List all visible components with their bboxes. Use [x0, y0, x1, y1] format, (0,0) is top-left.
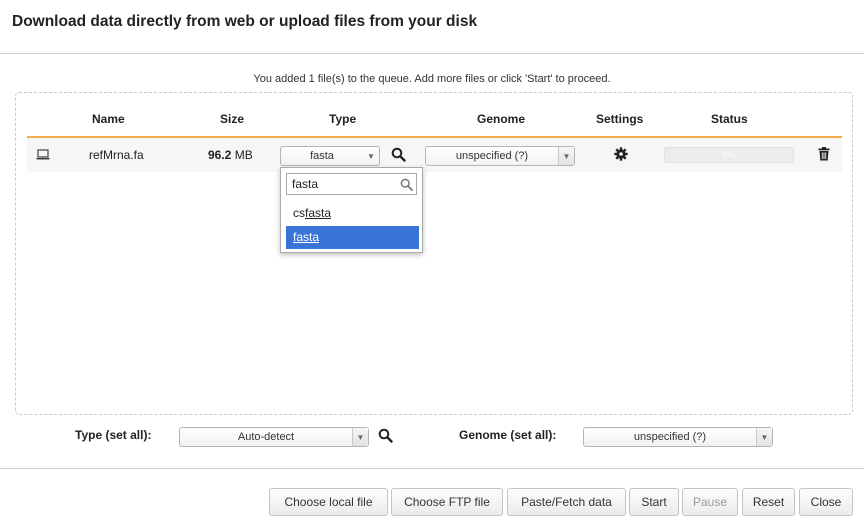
- type-select[interactable]: fasta ▼: [280, 146, 380, 166]
- search-icon: [400, 178, 413, 191]
- option-match: fasta: [293, 230, 320, 244]
- header-settings: Settings: [596, 112, 644, 126]
- pause-button[interactable]: Pause: [682, 488, 738, 516]
- header-genome: Genome: [477, 112, 526, 126]
- type-set-all-select[interactable]: Auto-detect ▼: [179, 427, 369, 447]
- type-option-fasta[interactable]: fasta: [286, 226, 419, 249]
- file-size: 96.2 MB: [208, 148, 253, 162]
- option-prefix: cs: [293, 206, 305, 220]
- reset-button[interactable]: Reset: [742, 488, 795, 516]
- gear-icon[interactable]: [614, 147, 628, 161]
- choose-local-file-button[interactable]: Choose local file: [269, 488, 388, 516]
- header-size: Size: [220, 112, 245, 126]
- close-button[interactable]: Close: [799, 488, 853, 516]
- file-size-unit: MB: [234, 148, 253, 162]
- chevron-down-icon: ▼: [756, 428, 772, 446]
- trash-icon[interactable]: [818, 147, 830, 161]
- genome-set-all-label: Genome (set all):: [459, 428, 557, 442]
- header-name: Name: [92, 112, 125, 126]
- title-divider: [0, 53, 864, 54]
- genome-set-all-select[interactable]: unspecified (?) ▼: [583, 427, 773, 447]
- start-button[interactable]: Start: [629, 488, 679, 516]
- file-size-value: 96.2: [208, 148, 232, 162]
- queue-message: You added 1 file(s) to the queue. Add mo…: [253, 73, 611, 85]
- genome-select[interactable]: unspecified (?) ▼: [425, 146, 575, 166]
- type-set-all-label: Type (set all):: [75, 428, 152, 442]
- paste-fetch-data-button[interactable]: Paste/Fetch data: [507, 488, 626, 516]
- header-status: Status: [711, 112, 748, 126]
- type-option-csfasta[interactable]: csfasta: [286, 202, 419, 225]
- chevron-down-icon: ▼: [367, 151, 375, 161]
- search-icon[interactable]: [391, 147, 406, 162]
- chevron-down-icon: ▼: [352, 428, 368, 446]
- file-name: refMrna.fa: [89, 148, 144, 162]
- type-select-value: fasta: [310, 150, 334, 162]
- choose-ftp-file-button[interactable]: Choose FTP file: [391, 488, 503, 516]
- search-icon[interactable]: [378, 428, 393, 443]
- footer-divider: [0, 468, 864, 469]
- header-type: Type: [329, 112, 357, 126]
- dialog-title: Download data directly from web or uploa…: [12, 13, 478, 30]
- laptop-icon: [35, 147, 51, 161]
- genome-set-all-value: unspecified (?): [633, 431, 707, 443]
- genome-select-value: unspecified (?): [455, 150, 529, 162]
- type-set-all-value: Auto-detect: [237, 431, 295, 443]
- chevron-down-icon: ▼: [558, 147, 574, 165]
- type-dropdown-menu: csfasta fasta: [280, 167, 423, 253]
- status-progress-bar: 0%: [664, 147, 794, 163]
- option-match: fasta: [305, 206, 332, 220]
- type-search-input[interactable]: [286, 173, 417, 195]
